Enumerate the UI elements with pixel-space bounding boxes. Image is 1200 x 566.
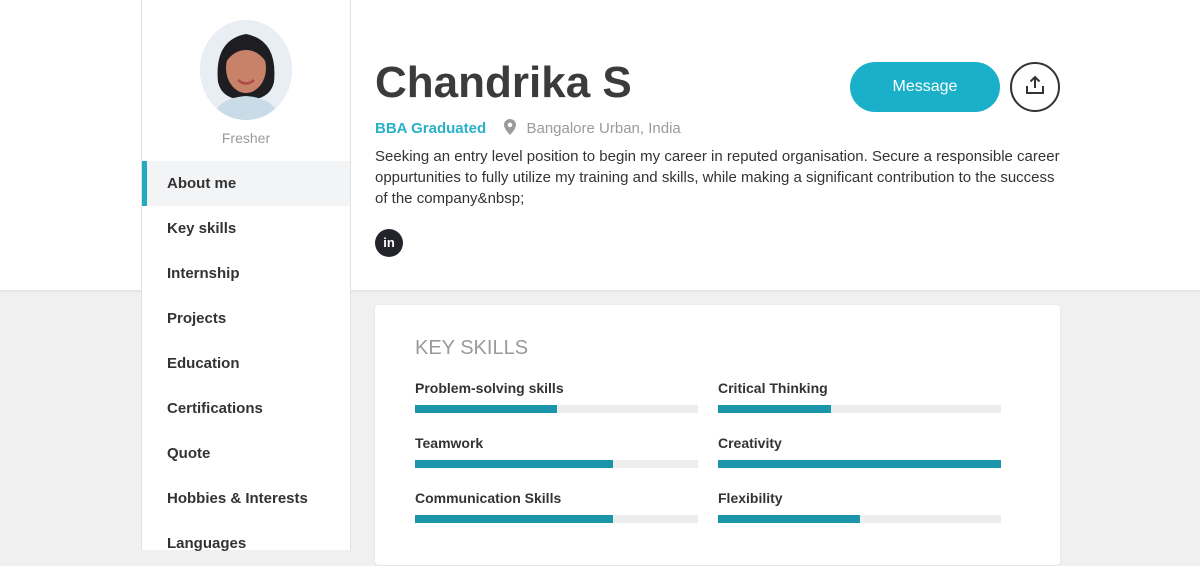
key-skills-title: KEY SKILLS xyxy=(415,337,529,359)
linkedin-icon[interactable]: in xyxy=(375,229,403,257)
skill-name: Critical Thinking xyxy=(718,380,828,396)
skill-name: Teamwork xyxy=(415,435,484,451)
sidebar-item-hobbies[interactable]: Hobbies & Interests xyxy=(142,476,350,521)
skill-item: Creativity xyxy=(718,435,1001,468)
skill-level-track xyxy=(718,515,1001,523)
avatar xyxy=(200,20,292,120)
skill-name: Creativity xyxy=(718,435,782,451)
skill-level-fill xyxy=(718,460,1001,468)
sidebar-item-certifications[interactable]: Certifications xyxy=(142,386,350,431)
location-text: Bangalore Urban, India xyxy=(526,120,681,137)
profile-name: Chandrika S xyxy=(375,58,632,107)
sidebar-nav: About me Key skills Internship Projects … xyxy=(142,161,350,566)
skill-level-track xyxy=(718,405,1001,413)
skill-level-track xyxy=(415,515,698,523)
skill-item: Flexibility xyxy=(718,490,1001,523)
sidebar: Fresher About me Key skills Internship P… xyxy=(141,0,351,552)
sidebar-item-education[interactable]: Education xyxy=(142,341,350,386)
skill-level-track xyxy=(415,405,698,413)
skill-name: Flexibility xyxy=(718,490,783,506)
share-upload-icon xyxy=(1024,74,1046,101)
skill-level-fill xyxy=(415,460,614,468)
location-pin-icon xyxy=(504,119,517,139)
skill-level-track xyxy=(718,460,1001,468)
share-button[interactable] xyxy=(1010,62,1060,112)
sidebar-item-key-skills[interactable]: Key skills xyxy=(142,206,350,251)
skill-item: Teamwork xyxy=(415,435,698,468)
skill-level-fill xyxy=(718,405,832,413)
sidebar-item-projects[interactable]: Projects xyxy=(142,296,350,341)
profile-subline: BBA Graduated Bangalore Urban, India xyxy=(375,119,681,139)
skill-item: Problem-solving skills xyxy=(415,380,698,413)
message-button[interactable]: Message xyxy=(850,62,1000,112)
skill-level-track xyxy=(415,460,698,468)
about-text: Seeking an entry level position to begin… xyxy=(375,148,1060,207)
sidebar-item-languages[interactable]: Languages xyxy=(142,521,350,566)
sidebar-item-internship[interactable]: Internship xyxy=(142,251,350,296)
skill-name: Communication Skills xyxy=(415,490,562,506)
qualification: BBA Graduated xyxy=(375,120,487,137)
skill-item: Communication Skills xyxy=(415,490,698,523)
key-skills-card: KEY SKILLS Problem-solving skills Critica… xyxy=(375,305,1060,565)
skill-level-fill xyxy=(415,515,614,523)
skill-level-fill xyxy=(718,515,860,523)
skill-item: Critical Thinking xyxy=(718,380,1001,413)
sidebar-item-quote[interactable]: Quote xyxy=(142,431,350,476)
skill-name: Problem-solving skills xyxy=(415,380,564,396)
sidebar-item-about-me[interactable]: About me xyxy=(142,161,350,206)
skill-level-fill xyxy=(415,405,557,413)
role-label: Fresher xyxy=(221,130,271,146)
